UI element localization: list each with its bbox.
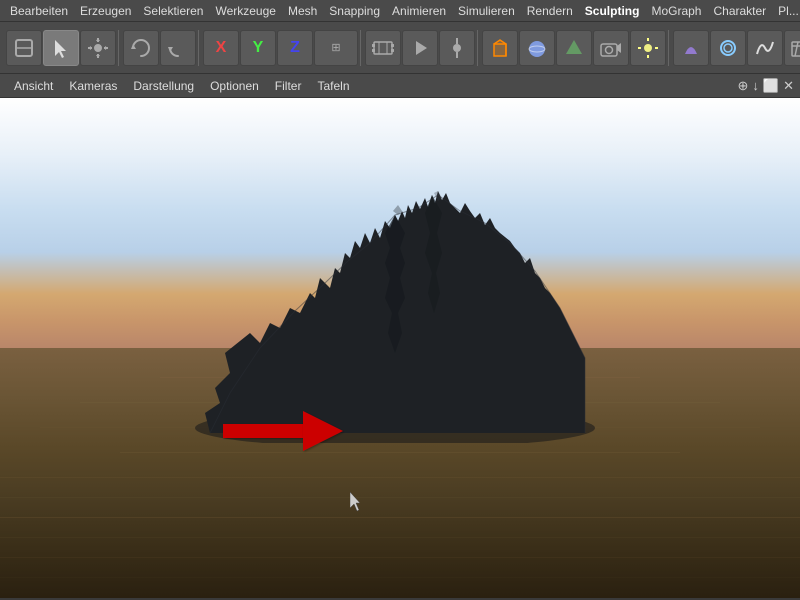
tool-light-button[interactable] [630, 30, 666, 66]
toolbar-group-deformers [671, 30, 800, 66]
tool-x-axis[interactable]: X [203, 30, 239, 66]
tool-mode-button[interactable] [6, 30, 42, 66]
3d-viewport[interactable] [0, 98, 800, 598]
view-menu-ansicht[interactable]: Ansicht [6, 77, 61, 95]
toolbar-group-shapes [480, 30, 669, 66]
tool-landscape-button[interactable] [556, 30, 592, 66]
tool-camera-button[interactable] [593, 30, 629, 66]
view-toolbar: Ansicht Kameras Darstellung Optionen Fil… [0, 74, 800, 98]
view-icon-down[interactable]: ↓ [752, 78, 759, 93]
view-icon-group: ⊕ ↓ ⬜ ✕ [738, 78, 795, 94]
tool-select-button[interactable] [43, 30, 79, 66]
view-icon-maximize[interactable]: ⬜ [763, 78, 779, 94]
menu-selektieren[interactable]: Selektieren [137, 2, 209, 20]
menu-rendern[interactable]: Rendern [521, 2, 579, 20]
menu-mesh[interactable]: Mesh [282, 2, 323, 20]
mouse-cursor [350, 492, 364, 510]
tool-cube-button[interactable] [482, 30, 518, 66]
view-menu-optionen[interactable]: Optionen [202, 77, 267, 95]
tool-play-button[interactable] [402, 30, 438, 66]
view-menu-darstellung[interactable]: Darstellung [125, 77, 202, 95]
view-menu-kameras[interactable]: Kameras [61, 77, 125, 95]
toolbar-group-transform [121, 30, 199, 66]
menu-bar: Bearbeiten Erzeugen Selektieren Werkzeug… [0, 0, 800, 22]
view-menu-tafeln[interactable]: Tafeln [309, 77, 357, 95]
menu-erzeugen[interactable]: Erzeugen [74, 2, 137, 20]
tool-viewport-perspective[interactable] [784, 30, 800, 66]
view-menu-filter[interactable]: Filter [267, 77, 310, 95]
toolbar-group-select [4, 30, 119, 66]
tool-y-axis[interactable]: Y [240, 30, 276, 66]
menu-mograph[interactable]: MoGraph [645, 2, 707, 20]
tool-z-axis[interactable]: Z [277, 30, 313, 66]
tool-rotate-button[interactable] [123, 30, 159, 66]
main-toolbar: X Y Z ⊞ [0, 22, 800, 74]
tool-spline[interactable] [747, 30, 783, 66]
view-icon-close[interactable]: ✕ [783, 78, 794, 94]
tool-move-button[interactable] [80, 30, 116, 66]
tool-scale-button[interactable] [160, 30, 196, 66]
menu-sculpting[interactable]: Sculpting [579, 2, 646, 20]
tool-film-button[interactable] [365, 30, 401, 66]
tool-keyframe-button[interactable] [439, 30, 475, 66]
menu-snapping[interactable]: Snapping [323, 2, 386, 20]
tool-sphere-button[interactable] [519, 30, 555, 66]
toolbar-group-timeline [363, 30, 478, 66]
tool-transform-mode[interactable]: ⊞ [314, 30, 358, 66]
menu-plugins[interactable]: Pl... [772, 2, 800, 20]
menu-animieren[interactable]: Animieren [386, 2, 452, 20]
toolbar-group-axis: X Y Z ⊞ [201, 30, 361, 66]
tool-deformer1[interactable] [673, 30, 709, 66]
menu-bearbeiten[interactable]: Bearbeiten [4, 2, 74, 20]
menu-simulieren[interactable]: Simulieren [452, 2, 521, 20]
tool-deformer2[interactable] [710, 30, 746, 66]
annotation-arrow [218, 406, 348, 456]
view-icon-crosshair[interactable]: ⊕ [738, 78, 749, 94]
menu-charakter[interactable]: Charakter [707, 2, 772, 20]
mountain-island [170, 133, 620, 443]
menu-werkzeuge[interactable]: Werkzeuge [209, 2, 281, 20]
